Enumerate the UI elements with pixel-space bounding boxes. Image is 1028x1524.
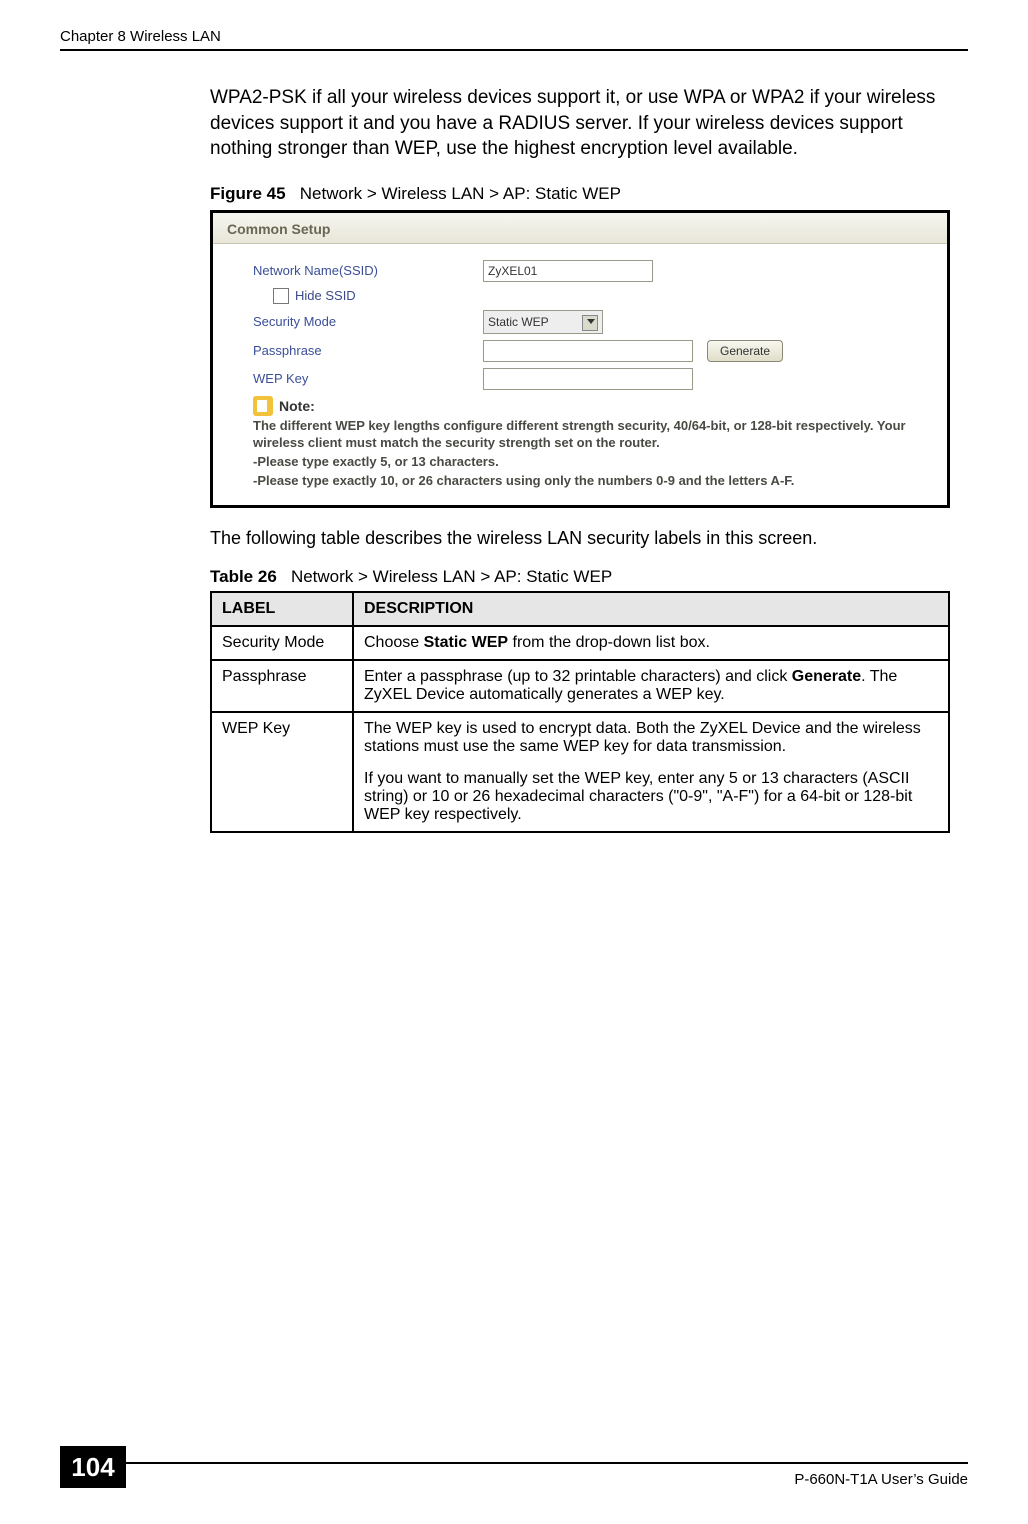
th-description: DESCRIPTION xyxy=(353,592,949,626)
table-row: Security Mode Choose Static WEP from the… xyxy=(211,626,949,660)
note-text-line1: The different WEP key lengths configure … xyxy=(253,418,935,452)
desc-bold: Static WEP xyxy=(424,634,508,651)
table-caption: Table 26 Network > Wireless LAN > AP: St… xyxy=(210,567,968,587)
description-table: LABEL DESCRIPTION Security Mode Choose S… xyxy=(210,591,950,833)
footer-rule xyxy=(60,1462,968,1464)
passphrase-label: Passphrase xyxy=(253,343,483,358)
chapter-title: Chapter 8 Wireless LAN xyxy=(60,28,221,45)
security-mode-label: Security Mode xyxy=(253,314,483,329)
cell-desc: Enter a passphrase (up to 32 printable c… xyxy=(353,660,949,712)
screenshot-group-title: Common Setup xyxy=(213,213,947,244)
cell-label: Security Mode xyxy=(211,626,353,660)
chevron-down-icon xyxy=(587,319,595,324)
intro-paragraph: WPA2-PSK if all your wireless devices su… xyxy=(210,85,968,162)
note-text-line3: -Please type exactly 10, or 26 character… xyxy=(253,473,935,490)
desc-bold: Generate xyxy=(792,668,861,685)
cell-label: WEP Key xyxy=(211,712,353,832)
cell-label: Passphrase xyxy=(211,660,353,712)
hide-ssid-label: Hide SSID xyxy=(295,288,356,303)
note-text-line2: -Please type exactly 5, or 13 characters… xyxy=(253,454,935,471)
table-title: Network > Wireless LAN > AP: Static WEP xyxy=(291,567,612,586)
figure-title: Network > Wireless LAN > AP: Static WEP xyxy=(300,184,621,203)
desc-text: The WEP key is used to encrypt data. Bot… xyxy=(364,720,938,756)
screenshot-panel: Common Setup Network Name(SSID) Hide SSI… xyxy=(210,210,950,509)
ssid-input[interactable] xyxy=(483,260,653,282)
wepkey-input[interactable] xyxy=(483,368,693,390)
hide-ssid-checkbox[interactable] xyxy=(273,288,289,304)
passphrase-input[interactable] xyxy=(483,340,693,362)
page-number: 104 xyxy=(60,1446,126,1488)
table-row: WEP Key The WEP key is used to encrypt d… xyxy=(211,712,949,832)
desc-text: If you want to manually set the WEP key,… xyxy=(364,770,938,824)
wepkey-label: WEP Key xyxy=(253,371,483,386)
generate-button[interactable]: Generate xyxy=(707,340,783,362)
ssid-label: Network Name(SSID) xyxy=(253,263,483,278)
guide-name: P-660N-T1A User’s Guide xyxy=(794,1471,968,1488)
note-icon xyxy=(253,396,273,416)
post-figure-text: The following table describes the wirele… xyxy=(210,528,968,549)
desc-text: Choose xyxy=(364,634,424,651)
security-mode-select[interactable]: Static WEP xyxy=(483,310,603,334)
figure-caption: Figure 45 Network > Wireless LAN > AP: S… xyxy=(210,184,968,204)
desc-text: from the drop-down list box. xyxy=(508,634,710,651)
note-label: Note: xyxy=(279,398,315,414)
security-mode-value: Static WEP xyxy=(488,315,549,329)
desc-text: Enter a passphrase (up to 32 printable c… xyxy=(364,668,792,685)
table-label: Table 26 xyxy=(210,567,277,586)
cell-desc: The WEP key is used to encrypt data. Bot… xyxy=(353,712,949,832)
table-row: Passphrase Enter a passphrase (up to 32 … xyxy=(211,660,949,712)
cell-desc: Choose Static WEP from the drop-down lis… xyxy=(353,626,949,660)
figure-label: Figure 45 xyxy=(210,184,286,203)
th-label: LABEL xyxy=(211,592,353,626)
